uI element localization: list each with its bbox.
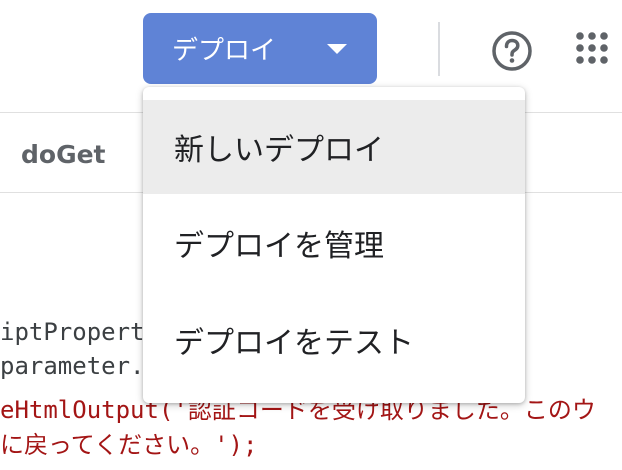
apps-grid-icon[interactable] bbox=[575, 31, 609, 65]
deploy-dropdown-menu: 新しいデプロイ デプロイを管理 デプロイをテスト bbox=[143, 87, 525, 403]
menu-item-test-deployments[interactable]: デプロイをテスト bbox=[143, 293, 525, 387]
deploy-button-label: デプロイ bbox=[172, 36, 277, 66]
tab-doget[interactable]: doGet bbox=[21, 140, 106, 169]
deploy-button[interactable]: デプロイ bbox=[143, 13, 377, 84]
code-line: iptPropert bbox=[0, 318, 145, 346]
code-line: に戻ってください。'); bbox=[0, 431, 258, 459]
menu-item-new-deployment[interactable]: 新しいデプロイ bbox=[143, 100, 525, 194]
code-line: parameter. bbox=[0, 352, 145, 380]
menu-item-manage-deployments[interactable]: デプロイを管理 bbox=[143, 196, 525, 290]
help-icon[interactable] bbox=[491, 30, 533, 72]
toolbar-divider bbox=[438, 22, 440, 76]
chevron-down-icon bbox=[327, 44, 347, 54]
